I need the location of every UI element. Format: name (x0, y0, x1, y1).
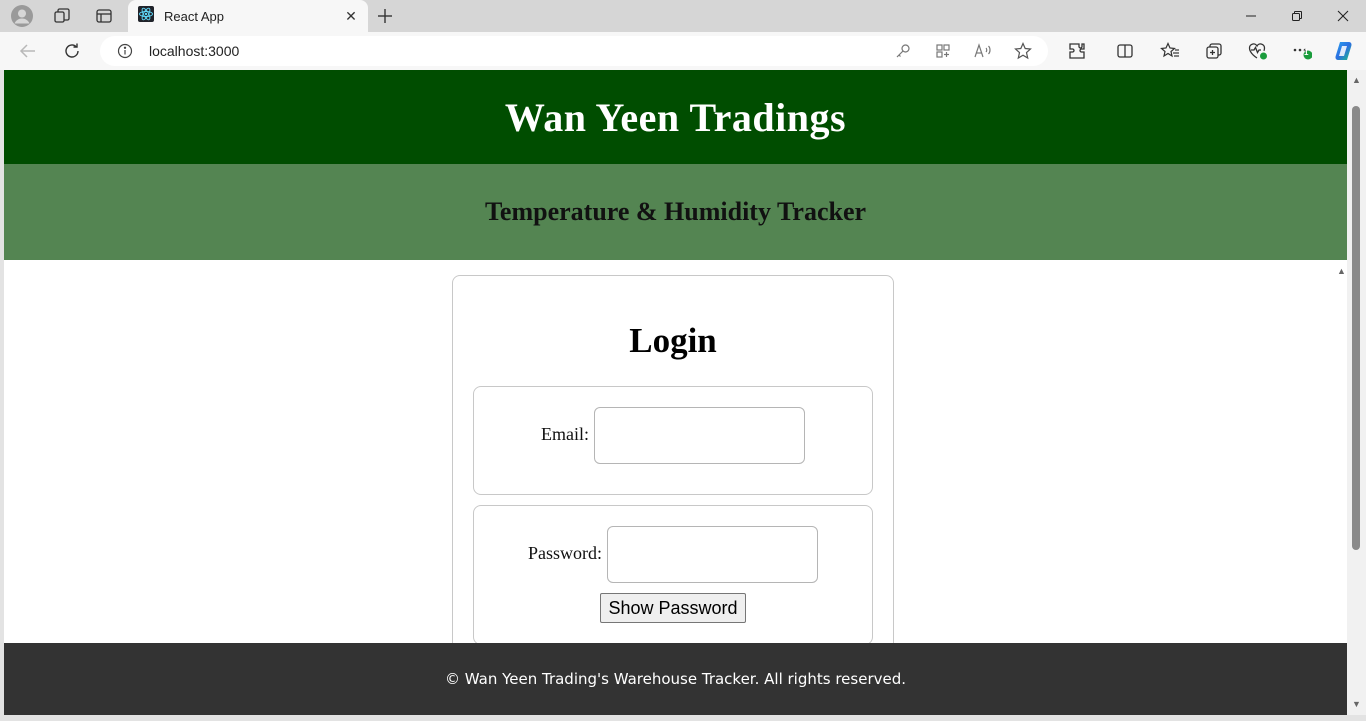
app-available-icon[interactable] (932, 41, 954, 61)
react-favicon (138, 5, 154, 27)
scroll-down-arrow-icon[interactable]: ▼ (1351, 699, 1362, 709)
email-group: Email: (473, 386, 873, 495)
page-viewport: Wan Yeen Tradings Temperature & Humidity… (4, 70, 1347, 715)
back-icon[interactable] (14, 38, 42, 64)
new-tab-icon[interactable] (372, 4, 398, 28)
favorite-star-icon[interactable] (1012, 41, 1034, 61)
split-screen-icon[interactable] (1111, 38, 1139, 64)
info-icon[interactable] (116, 42, 134, 60)
email-field[interactable] (594, 407, 805, 464)
password-label: Password: (528, 543, 603, 563)
password-field[interactable] (607, 526, 818, 583)
password-group: Password: Show Password (473, 505, 873, 645)
scroll-up-icon[interactable]: ▲ (1337, 266, 1346, 276)
read-aloud-icon[interactable] (972, 41, 994, 61)
collections-icon[interactable] (1200, 38, 1228, 64)
login-title: Login (629, 321, 717, 360)
show-password-button[interactable]: Show Password (600, 593, 746, 623)
scrollbar-thumb[interactable] (1352, 106, 1360, 550)
tab-title: React App (164, 8, 224, 24)
footer-text: © Wan Yeen Trading's Warehouse Tracker. … (444, 670, 906, 688)
browser-essentials-icon[interactable] (1244, 38, 1272, 64)
tab-actions-icon[interactable] (90, 4, 118, 28)
copilot-icon[interactable] (1330, 38, 1358, 64)
scroll-up-arrow-icon[interactable]: ▲ (1351, 75, 1362, 85)
address-bar[interactable]: localhost:3000 (100, 36, 1048, 66)
site-footer: © Wan Yeen Trading's Warehouse Tracker. … (4, 643, 1347, 715)
key-icon[interactable] (892, 41, 914, 61)
notification-badge: 1 (1304, 48, 1309, 57)
page-subtitle: Temperature & Humidity Tracker (484, 197, 867, 226)
window-bottom-edge (0, 715, 1366, 721)
restore-icon[interactable] (1274, 0, 1320, 32)
refresh-icon[interactable] (58, 38, 86, 64)
favorites-icon[interactable] (1156, 38, 1184, 64)
site-subheader: Temperature & Humidity Tracker (4, 164, 1347, 260)
workspaces-icon[interactable] (48, 4, 76, 28)
site-header: Wan Yeen Tradings (4, 70, 1347, 164)
tab-react-app[interactable]: React App ✕ (128, 0, 368, 32)
more-icon[interactable]: 1 (1288, 38, 1316, 64)
address-text: localhost:3000 (149, 43, 240, 59)
page-scrollbar[interactable]: ▲ ▼ (1347, 70, 1366, 715)
email-label: Email: (541, 424, 589, 444)
profile-icon[interactable] (8, 4, 36, 28)
close-icon[interactable]: ✕ (342, 7, 360, 25)
tab-strip: React App ✕ (0, 0, 1366, 32)
extensions-icon[interactable] (1063, 38, 1091, 64)
minimize-icon[interactable] (1228, 0, 1274, 32)
browser-toolbar: localhost:3000 1 (0, 32, 1366, 70)
window-close-icon[interactable] (1320, 0, 1366, 32)
company-name: Wan Yeen Tradings (504, 94, 847, 140)
